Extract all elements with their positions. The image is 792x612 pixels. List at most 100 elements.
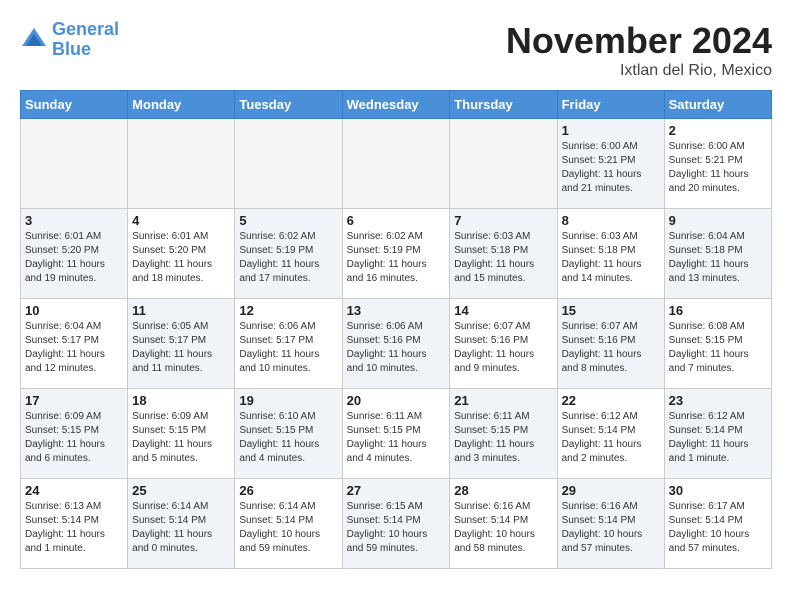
day-number: 22: [562, 393, 660, 408]
calendar-cell: 13 Sunrise: 6:06 AMSunset: 5:16 PMDayligh…: [342, 299, 450, 389]
calendar-cell: 5 Sunrise: 6:02 AMSunset: 5:19 PMDaylight…: [235, 209, 342, 299]
calendar-cell: 12 Sunrise: 6:06 AMSunset: 5:17 PMDayligh…: [235, 299, 342, 389]
day-number: 10: [25, 303, 123, 318]
calendar-cell: 4 Sunrise: 6:01 AMSunset: 5:20 PMDaylight…: [128, 209, 235, 299]
weekday-header-monday: Monday: [128, 91, 235, 119]
calendar-cell: 3 Sunrise: 6:01 AMSunset: 5:20 PMDaylight…: [21, 209, 128, 299]
day-info: Sunrise: 6:00 AMSunset: 5:21 PMDaylight:…: [562, 140, 660, 196]
day-number: 3: [25, 213, 123, 228]
day-info: Sunrise: 6:06 AMSunset: 5:16 PMDaylight:…: [347, 320, 446, 376]
calendar-cell: 30 Sunrise: 6:17 AMSunset: 5:14 PMDayligh…: [664, 479, 771, 569]
day-number: 14: [454, 303, 552, 318]
day-info: Sunrise: 6:14 AMSunset: 5:14 PMDaylight:…: [132, 500, 230, 556]
day-number: 29: [562, 483, 660, 498]
day-number: 8: [562, 213, 660, 228]
logo-text: General Blue: [52, 20, 119, 60]
calendar-cell: 24Sunrise: 6:13 AMSunset: 5:14 PMDayligh…: [21, 479, 128, 569]
calendar-week-5: 24Sunrise: 6:13 AMSunset: 5:14 PMDayligh…: [21, 479, 772, 569]
calendar-cell: 25Sunrise: 6:14 AMSunset: 5:14 PMDayligh…: [128, 479, 235, 569]
day-info: Sunrise: 6:01 AMSunset: 5:20 PMDaylight:…: [25, 230, 123, 286]
day-number: 12: [239, 303, 337, 318]
day-number: 18: [132, 393, 230, 408]
day-number: 17: [25, 393, 123, 408]
calendar-cell: 19 Sunrise: 6:10 AMSunset: 5:15 PMDayligh…: [235, 389, 342, 479]
day-number: 19: [239, 393, 337, 408]
day-info: Sunrise: 6:12 AMSunset: 5:14 PMDaylight:…: [669, 410, 767, 466]
day-number: 21: [454, 393, 552, 408]
calendar-table: SundayMondayTuesdayWednesdayThursdayFrid…: [20, 90, 772, 569]
day-info: Sunrise: 6:01 AMSunset: 5:20 PMDaylight:…: [132, 230, 230, 286]
day-info: Sunrise: 6:04 AMSunset: 5:18 PMDaylight:…: [669, 230, 767, 286]
day-number: 23: [669, 393, 767, 408]
weekday-header-row: SundayMondayTuesdayWednesdayThursdayFrid…: [21, 91, 772, 119]
calendar-cell: 16Sunrise: 6:08 AMSunset: 5:15 PMDayligh…: [664, 299, 771, 389]
calendar-cell: 10 Sunrise: 6:04 AMSunset: 5:17 PMDayligh…: [21, 299, 128, 389]
day-number: 27: [347, 483, 446, 498]
logo-line2: Blue: [52, 39, 91, 59]
calendar-cell: [21, 119, 128, 209]
calendar-cell: [342, 119, 450, 209]
day-info: Sunrise: 6:05 AMSunset: 5:17 PMDaylight:…: [132, 320, 230, 376]
calendar-cell: 2Sunrise: 6:00 AMSunset: 5:21 PMDaylight…: [664, 119, 771, 209]
day-info: Sunrise: 6:16 AMSunset: 5:14 PMDaylight:…: [454, 500, 552, 556]
calendar-cell: 11 Sunrise: 6:05 AMSunset: 5:17 PMDayligh…: [128, 299, 235, 389]
day-number: 26: [239, 483, 337, 498]
title-area: November 2024 Ixtlan del Rio, Mexico: [506, 20, 772, 80]
day-info: Sunrise: 6:17 AMSunset: 5:14 PMDaylight:…: [669, 500, 767, 556]
calendar-week-2: 3 Sunrise: 6:01 AMSunset: 5:20 PMDaylight…: [21, 209, 772, 299]
day-info: Sunrise: 6:12 AMSunset: 5:14 PMDaylight:…: [562, 410, 660, 466]
month-title: November 2024: [506, 20, 772, 62]
day-info: Sunrise: 6:15 AMSunset: 5:14 PMDaylight:…: [347, 500, 446, 556]
day-number: 13: [347, 303, 446, 318]
calendar-cell: 9 Sunrise: 6:04 AMSunset: 5:18 PMDaylight…: [664, 209, 771, 299]
calendar-cell: 18 Sunrise: 6:09 AMSunset: 5:15 PMDayligh…: [128, 389, 235, 479]
logo-line1: General: [52, 19, 119, 39]
day-info: Sunrise: 6:04 AMSunset: 5:17 PMDaylight:…: [25, 320, 123, 376]
calendar-cell: 22 Sunrise: 6:12 AMSunset: 5:14 PMDayligh…: [557, 389, 664, 479]
calendar-cell: 6 Sunrise: 6:02 AMSunset: 5:19 PMDaylight…: [342, 209, 450, 299]
calendar-cell: 7Sunrise: 6:03 AMSunset: 5:18 PMDaylight…: [450, 209, 557, 299]
calendar-cell: [450, 119, 557, 209]
day-info: Sunrise: 6:06 AMSunset: 5:17 PMDaylight:…: [239, 320, 337, 376]
day-info: Sunrise: 6:00 AMSunset: 5:21 PMDaylight:…: [669, 140, 767, 196]
day-number: 28: [454, 483, 552, 498]
location-subtitle: Ixtlan del Rio, Mexico: [506, 62, 772, 80]
day-info: Sunrise: 6:07 AMSunset: 5:16 PMDaylight:…: [562, 320, 660, 376]
day-number: 1: [562, 123, 660, 138]
calendar-cell: 21 Sunrise: 6:11 AMSunset: 5:15 PMDayligh…: [450, 389, 557, 479]
weekday-header-friday: Friday: [557, 91, 664, 119]
day-info: Sunrise: 6:09 AMSunset: 5:15 PMDaylight:…: [132, 410, 230, 466]
day-number: 11: [132, 303, 230, 318]
page-header: General Blue November 2024 Ixtlan del Ri…: [20, 20, 772, 80]
day-number: 20: [347, 393, 446, 408]
day-number: 5: [239, 213, 337, 228]
day-info: Sunrise: 6:13 AMSunset: 5:14 PMDaylight:…: [25, 500, 123, 556]
logo: General Blue: [20, 20, 119, 60]
calendar-cell: [235, 119, 342, 209]
day-info: Sunrise: 6:11 AMSunset: 5:15 PMDaylight:…: [454, 410, 552, 466]
weekday-header-saturday: Saturday: [664, 91, 771, 119]
calendar-cell: [128, 119, 235, 209]
day-number: 15: [562, 303, 660, 318]
day-info: Sunrise: 6:03 AMSunset: 5:18 PMDaylight:…: [454, 230, 552, 286]
weekday-header-tuesday: Tuesday: [235, 91, 342, 119]
day-info: Sunrise: 6:10 AMSunset: 5:15 PMDaylight:…: [239, 410, 337, 466]
day-info: Sunrise: 6:08 AMSunset: 5:15 PMDaylight:…: [669, 320, 767, 376]
calendar-cell: 29 Sunrise: 6:16 AMSunset: 5:14 PMDayligh…: [557, 479, 664, 569]
calendar-cell: 26 Sunrise: 6:14 AMSunset: 5:14 PMDayligh…: [235, 479, 342, 569]
day-info: Sunrise: 6:02 AMSunset: 5:19 PMDaylight:…: [347, 230, 446, 286]
day-number: 30: [669, 483, 767, 498]
calendar-cell: 15 Sunrise: 6:07 AMSunset: 5:16 PMDayligh…: [557, 299, 664, 389]
calendar-cell: 17 Sunrise: 6:09 AMSunset: 5:15 PMDayligh…: [21, 389, 128, 479]
calendar-week-4: 17 Sunrise: 6:09 AMSunset: 5:15 PMDayligh…: [21, 389, 772, 479]
day-info: Sunrise: 6:09 AMSunset: 5:15 PMDaylight:…: [25, 410, 123, 466]
day-number: 9: [669, 213, 767, 228]
day-info: Sunrise: 6:16 AMSunset: 5:14 PMDaylight:…: [562, 500, 660, 556]
day-info: Sunrise: 6:02 AMSunset: 5:19 PMDaylight:…: [239, 230, 337, 286]
calendar-cell: 27 Sunrise: 6:15 AMSunset: 5:14 PMDayligh…: [342, 479, 450, 569]
day-number: 6: [347, 213, 446, 228]
calendar-cell: 14Sunrise: 6:07 AMSunset: 5:16 PMDayligh…: [450, 299, 557, 389]
day-number: 4: [132, 213, 230, 228]
day-info: Sunrise: 6:14 AMSunset: 5:14 PMDaylight:…: [239, 500, 337, 556]
day-info: Sunrise: 6:03 AMSunset: 5:18 PMDaylight:…: [562, 230, 660, 286]
